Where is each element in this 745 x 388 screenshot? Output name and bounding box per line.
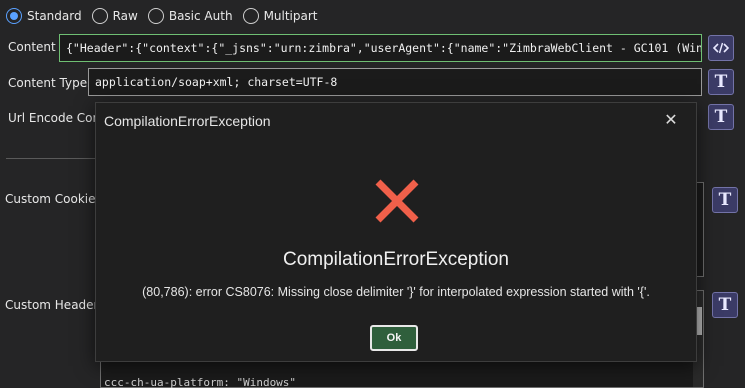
- custom-headers-text-button[interactable]: T: [712, 292, 738, 318]
- radio-raw-indicator: [91, 8, 108, 24]
- content-label: Content: [8, 40, 56, 54]
- radio-raw-label: Raw: [112, 9, 138, 23]
- error-dialog: CompilationErrorException ✕ CompilationE…: [95, 102, 697, 362]
- ok-button[interactable]: Ok: [370, 325, 418, 351]
- custom-headers-label: Custom Headers: [5, 298, 105, 312]
- custom-headers-peek-text: ccc-ch-ua-platform: "Windows": [104, 376, 297, 388]
- request-mode-radio-group: Standard Raw Basic Auth Multipart: [6, 8, 328, 24]
- error-heading: CompilationErrorException: [283, 249, 509, 270]
- radio-basic-auth-label: Basic Auth: [168, 9, 233, 23]
- radio-basic-auth-indicator: [147, 8, 164, 24]
- code-view-button[interactable]: [708, 35, 734, 61]
- text-format-icon: T: [714, 107, 728, 127]
- custom-cookies-text-button[interactable]: T: [712, 187, 738, 213]
- radio-standard[interactable]: Standard: [6, 8, 82, 24]
- text-format-icon: T: [718, 295, 732, 315]
- close-icon[interactable]: ✕: [662, 111, 680, 129]
- text-format-icon: T: [718, 190, 732, 210]
- content-input[interactable]: {"Header":{"context":{"_jsns":"urn:zimbr…: [59, 34, 702, 62]
- radio-basic-auth[interactable]: Basic Auth: [147, 8, 233, 24]
- radio-raw[interactable]: Raw: [91, 8, 138, 24]
- dialog-title: CompilationErrorException: [104, 113, 271, 129]
- error-message: (80,786): error CS8076: Missing close de…: [142, 285, 650, 299]
- radio-standard-label: Standard: [27, 9, 82, 23]
- code-icon: [713, 42, 729, 54]
- error-x-icon: [375, 179, 419, 223]
- url-encode-label: Url Encode Cont: [8, 111, 105, 125]
- custom-cookies-label: Custom Cookies: [5, 192, 102, 206]
- url-encode-text-button[interactable]: T: [708, 104, 734, 130]
- content-type-text-button[interactable]: T: [708, 69, 734, 95]
- radio-multipart[interactable]: Multipart: [242, 8, 318, 24]
- content-type-label: Content Type: [8, 76, 88, 90]
- radio-multipart-indicator: [242, 8, 259, 24]
- text-format-icon: T: [714, 72, 728, 92]
- radio-multipart-label: Multipart: [263, 9, 318, 23]
- content-type-input[interactable]: application/soap+xml; charset=UTF-8: [88, 68, 702, 96]
- radio-standard-indicator: [6, 8, 22, 24]
